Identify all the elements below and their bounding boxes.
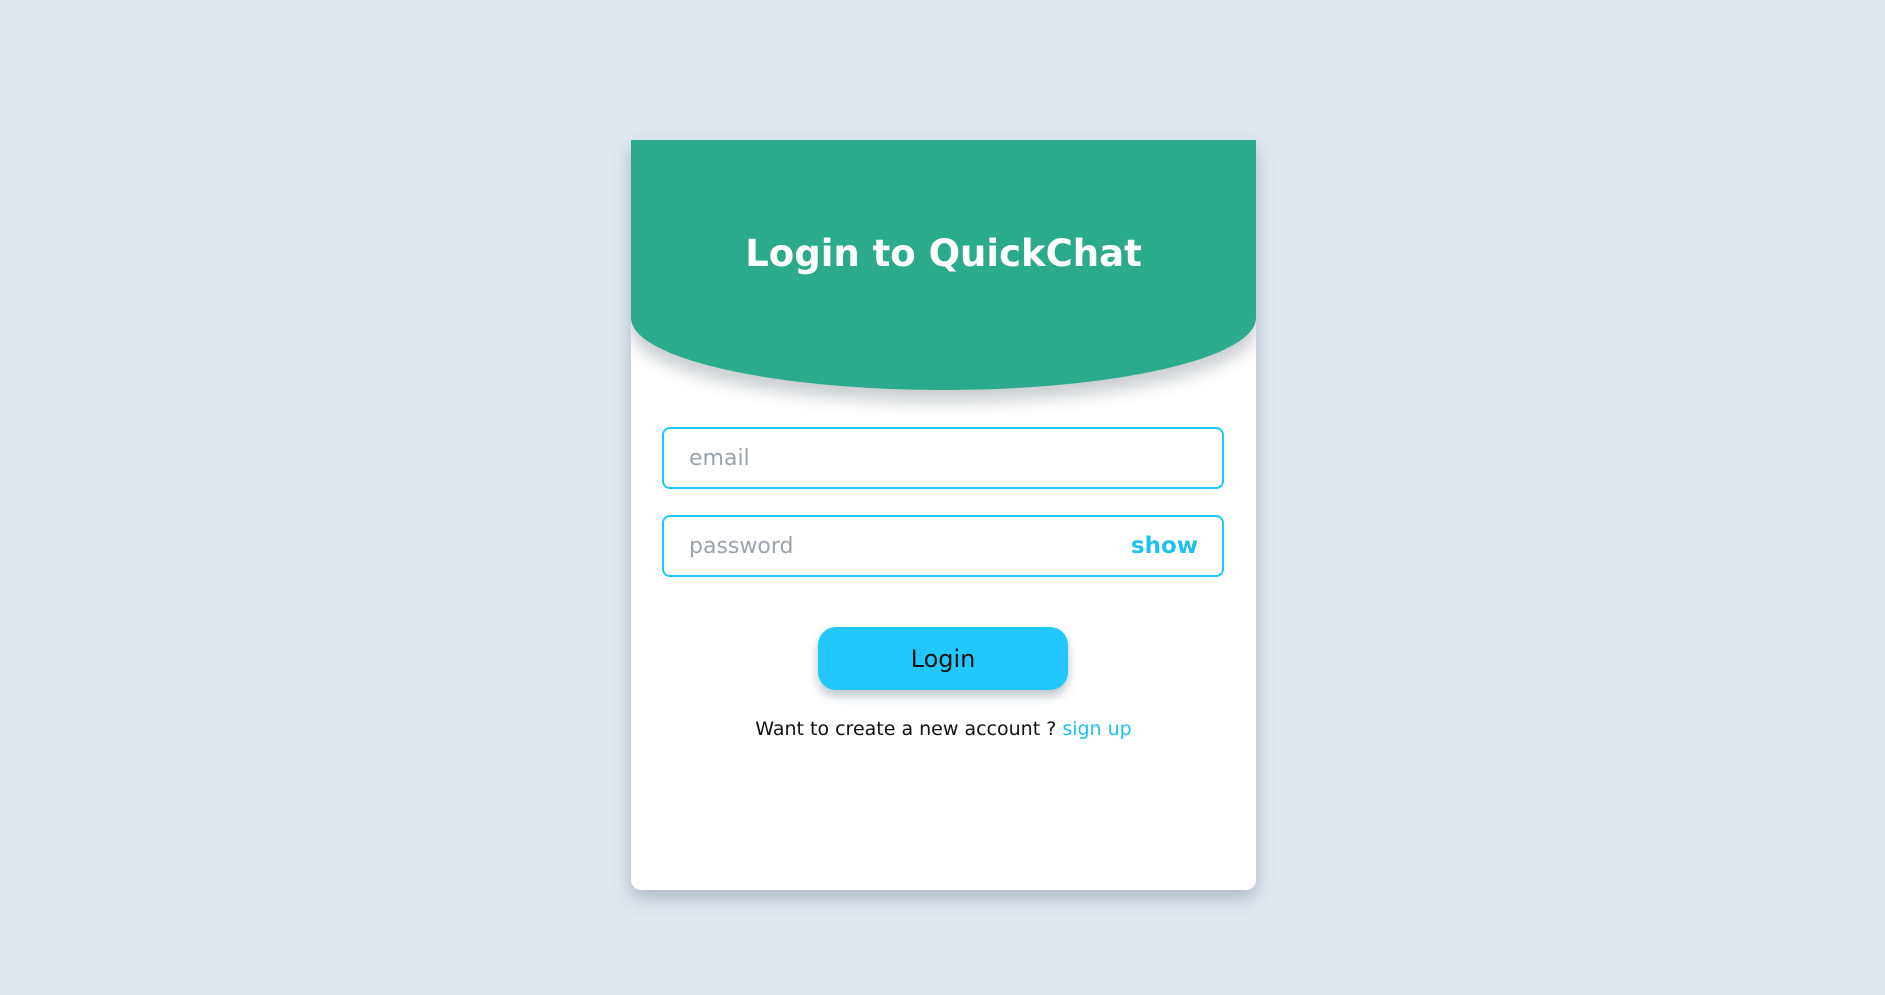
email-input[interactable]	[664, 429, 1222, 487]
login-button[interactable]: Login	[818, 627, 1068, 690]
login-card: Login to QuickChat show Login Want to cr…	[631, 140, 1256, 890]
show-password-button[interactable]: show	[1131, 533, 1198, 559]
password-input[interactable]	[664, 517, 1131, 575]
signup-prompt: Want to create a new account ? sign up	[631, 718, 1256, 740]
password-field[interactable]: show	[662, 515, 1224, 577]
card-header: Login to QuickChat	[631, 140, 1256, 390]
page-title: Login to QuickChat	[745, 231, 1142, 275]
signup-link[interactable]: sign up	[1062, 718, 1131, 740]
signup-prompt-text: Want to create a new account ?	[755, 718, 1063, 740]
email-field[interactable]	[662, 427, 1224, 489]
